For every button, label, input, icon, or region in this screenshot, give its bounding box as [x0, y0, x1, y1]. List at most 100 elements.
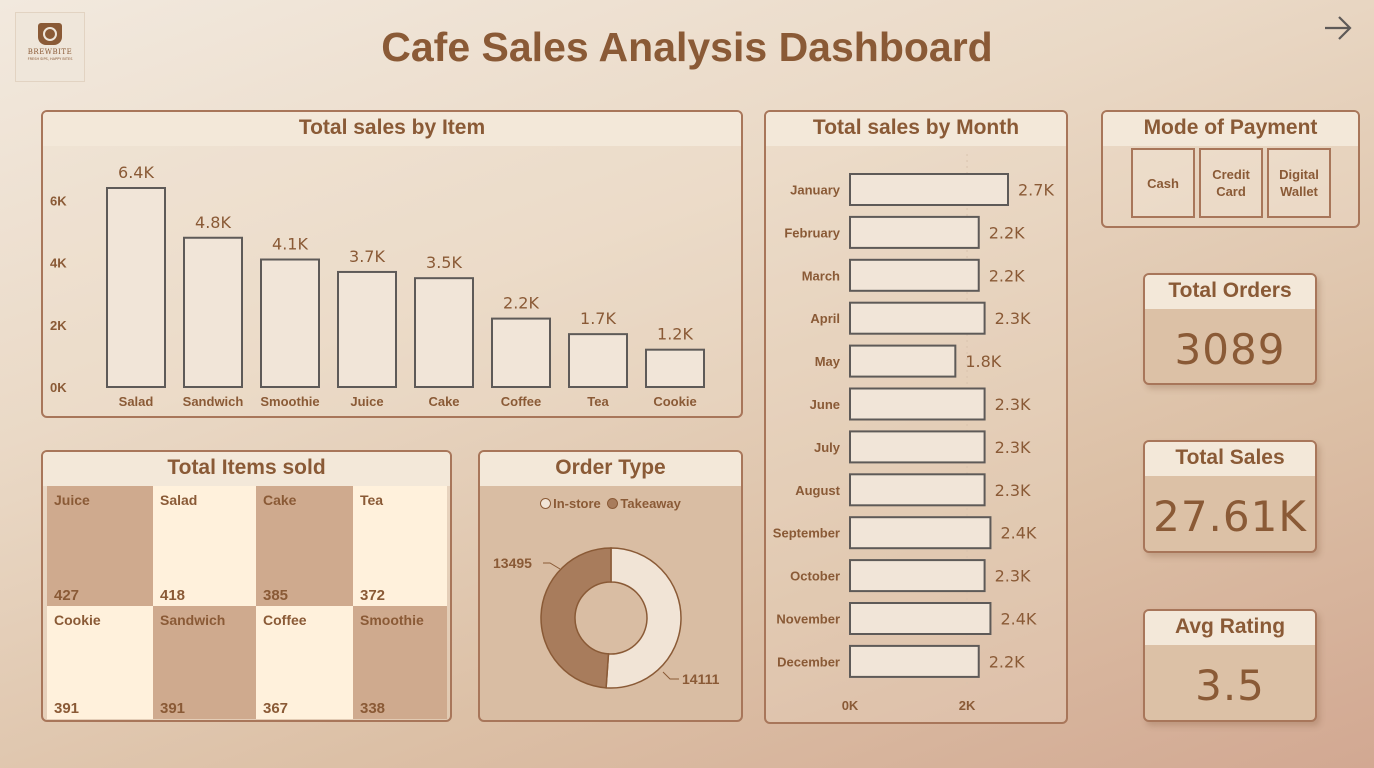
bar-august	[849, 473, 986, 507]
order-type-panel: Order Type In-store Takeaway 14111 13495	[478, 450, 743, 722]
y-tick-label: October	[790, 569, 840, 584]
donut-slice-in-store	[605, 547, 682, 689]
bar-smoothie	[260, 258, 320, 388]
donut-slice-takeaway	[540, 547, 612, 689]
items-sold-treemap: Juice 427 Salad 418 Cake 385 Tea 372 Cookie 391 Sa…	[47, 486, 447, 719]
bar-may	[849, 344, 957, 378]
bar-juice	[337, 270, 397, 388]
bar-data-label: 3.7K	[349, 247, 385, 266]
y-tick-label: June	[810, 397, 840, 412]
bar-cookie	[645, 348, 705, 388]
y-tick-label: September	[773, 526, 840, 541]
x-tick-label: Sandwich	[183, 394, 244, 409]
total-sales-card: Total Sales 27.61K	[1143, 440, 1317, 553]
y-tick-label: January	[790, 183, 841, 198]
x-tick-label: Coffee	[501, 394, 541, 409]
treemap-tile-juice[interactable]: Juice 427	[47, 486, 153, 606]
tile-label: Sandwich	[160, 612, 226, 628]
y-tick-label: February	[784, 225, 840, 240]
x-tick-label: Juice	[350, 394, 383, 409]
bar-july	[849, 430, 986, 464]
bar-march	[849, 258, 980, 292]
y-tick-label: April	[810, 311, 840, 326]
payment-cash-button[interactable]: Cash	[1131, 148, 1195, 218]
bar-february	[849, 215, 980, 249]
bar-data-label: 2.3K	[995, 567, 1031, 586]
bar-december	[849, 644, 980, 678]
payment-credit-card-button[interactable]: Credit Card	[1199, 148, 1263, 218]
total-sales-value: 27.61K	[1153, 492, 1307, 541]
bar-tea	[568, 333, 628, 388]
bar-data-label: 1.8K	[965, 352, 1001, 371]
treemap-tile-cookie[interactable]: Cookie 391	[47, 606, 153, 719]
bar-data-label: 1.2K	[657, 325, 693, 344]
avg-rating-title: Avg Rating	[1145, 611, 1315, 645]
donut-data-label: 13495	[493, 555, 532, 571]
items-sold-panel: Total Items sold Juice 427 Salad 418 Cake 385…	[41, 450, 452, 722]
bar-data-label: 2.3K	[995, 309, 1031, 328]
bar-data-label: 2.3K	[995, 481, 1031, 500]
y-tick-label: March	[802, 268, 840, 283]
order-type-donut: 14111 13495	[493, 547, 720, 689]
x-tick-label: 0K	[842, 698, 859, 713]
tile-label: Cookie	[54, 612, 101, 628]
bar-data-label: 2.7K	[1018, 181, 1054, 200]
x-tick-label: 2K	[959, 698, 976, 713]
payment-mode-title: Mode of Payment	[1103, 112, 1358, 146]
bar-sandwich	[183, 236, 243, 388]
sales-by-month-panel: Total sales by Month January 2.7K February…	[764, 110, 1068, 724]
y-tick-label: 4K	[50, 256, 67, 271]
arrow-right-icon[interactable]	[1322, 12, 1354, 44]
tile-value: 385	[263, 587, 289, 604]
tile-label: Smoothie	[360, 612, 424, 628]
bar-data-label: 2.3K	[995, 438, 1031, 457]
y-tick-label: November	[776, 612, 840, 627]
bar-october	[849, 559, 986, 593]
sales-by-item-chart: 0K 2K 4K 6K 6.4K Salad 4.8K Sandwich 4.1K Smoothi…	[50, 163, 705, 409]
x-tick-label: Cookie	[653, 394, 696, 409]
y-tick-label: December	[777, 654, 840, 669]
tile-value: 372	[360, 587, 386, 604]
bar-data-label: 2.2K	[503, 294, 539, 313]
treemap-tile-cake[interactable]: Cake 385	[256, 486, 353, 606]
sales-by-item-panel: Total sales by Item 0K 2K 4K 6K 6.4K Salad 4.8…	[41, 110, 743, 418]
bar-data-label: 2.2K	[989, 266, 1025, 285]
tile-value: 338	[360, 700, 386, 717]
leader-line	[543, 562, 561, 570]
bar-data-label: 2.2K	[989, 652, 1025, 671]
bar-cake	[414, 277, 474, 388]
total-sales-title: Total Sales	[1145, 442, 1315, 476]
y-tick-label: 2K	[50, 318, 67, 333]
bar-salad	[106, 187, 166, 388]
total-orders-value: 3089	[1174, 325, 1286, 374]
x-tick-label: Smoothie	[260, 394, 319, 409]
treemap-tile-salad[interactable]: Salad 418	[153, 486, 256, 606]
treemap-tile-sandwich[interactable]: Sandwich 391	[153, 606, 256, 719]
bar-data-label: 2.4K	[1000, 610, 1036, 629]
bar-data-label: 3.5K	[426, 253, 462, 272]
tile-label: Juice	[54, 492, 90, 508]
treemap-tile-tea[interactable]: Tea 372	[353, 486, 447, 606]
bar-data-label: 1.7K	[580, 309, 616, 328]
tile-value: 367	[263, 700, 289, 717]
bar-september	[849, 516, 992, 550]
tile-value: 427	[54, 587, 80, 604]
total-orders-title: Total Orders	[1145, 275, 1315, 309]
tile-value: 391	[54, 700, 80, 717]
page-title: Cafe Sales Analysis Dashboard	[381, 24, 993, 70]
bar-june	[849, 387, 986, 421]
treemap-tile-smoothie[interactable]: Smoothie 338	[353, 606, 447, 719]
payment-digital-wallet-button[interactable]: Digital Wallet	[1267, 148, 1331, 218]
x-tick-label: Tea	[587, 394, 609, 409]
tile-value: 391	[160, 700, 186, 717]
bar-january	[849, 173, 1009, 206]
treemap-tile-coffee[interactable]: Coffee 367	[256, 606, 353, 719]
bar-november	[849, 602, 992, 635]
tile-label: Cake	[263, 492, 297, 508]
sales-by-month-chart: January 2.7K February 2.2K March 2.2K April 2.3…	[773, 154, 1054, 713]
bar-data-label: 4.8K	[195, 213, 231, 232]
items-sold-title: Total Items sold	[43, 452, 450, 486]
bar-data-label: 2.3K	[995, 395, 1031, 414]
payment-mode-panel: Mode of Payment Cash Credit Card Digital…	[1101, 110, 1360, 228]
total-orders-card: Total Orders 3089	[1143, 273, 1317, 385]
